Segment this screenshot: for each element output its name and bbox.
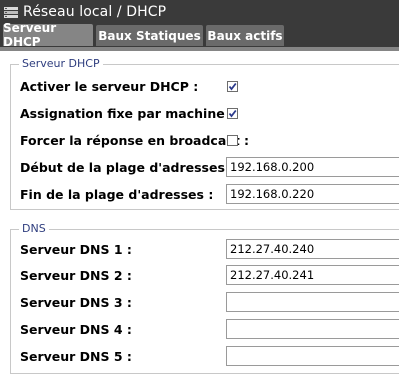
dns-1-label: Serveur DNS 1 : [20,242,132,257]
fixed-assignment-checkbox[interactable] [227,108,238,119]
tab-panel-edge [0,47,399,51]
dns-1-input[interactable] [226,239,399,259]
dns-4-label: Serveur DNS 4 : [20,322,132,337]
checkmark-icon [228,109,237,118]
enable-dhcp-label: Activer le serveur DHCP : [20,79,199,94]
dns-3-label: Serveur DNS 3 : [20,295,132,310]
title-bar: Réseau local / DHCP [0,0,399,23]
dns-5-input[interactable] [226,346,399,366]
tab-serveur-dhcp[interactable]: Serveur DHCP [3,21,93,49]
dhcp-group: Serveur DHCP Activer le serveur DHCP : A… [10,57,399,210]
force-broadcast-checkbox[interactable] [227,135,238,146]
tab-baux-actifs[interactable]: Baux actifs [206,25,284,46]
checkmark-icon [228,82,237,91]
dns-5-label: Serveur DNS 5 : [20,349,132,364]
range-end-input[interactable] [226,184,399,204]
dns-legend: DNS [19,222,49,235]
dns-3-input[interactable] [226,292,399,312]
enable-dhcp-checkbox[interactable] [227,81,238,92]
range-end-label: Fin de la plage d'adresses : [20,187,214,202]
tab-baux-statiques[interactable]: Baux Statiques [96,25,203,46]
dns-4-input[interactable] [226,319,399,339]
dhcp-legend: Serveur DHCP [19,57,103,70]
fixed-assignment-label: Assignation fixe par machine : [20,106,235,121]
dns-group: DNS Serveur DNS 1 : Serveur DNS 2 : Serv… [10,222,399,374]
force-broadcast-label: Forcer la réponse en broadcast : [20,133,250,148]
tab-bar: Serveur DHCP Baux Statiques Baux actifs [0,21,399,49]
window-title: Réseau local / DHCP [23,3,167,20]
dns-2-label: Serveur DNS 2 : [20,268,132,283]
dns-2-input[interactable] [226,265,399,285]
range-start-input[interactable] [226,157,399,177]
range-start-label: Début de la plage d'adresses : [20,160,235,175]
network-router-icon [4,6,18,18]
